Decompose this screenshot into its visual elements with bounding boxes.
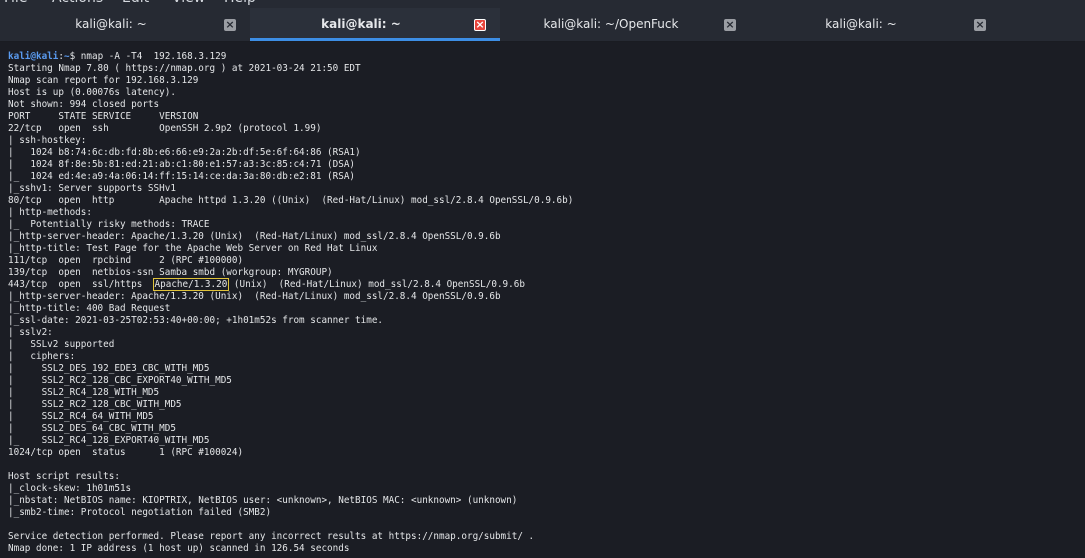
output-line: 443/tcp open ssl/https Apache/1.3.20 (Un… [8,278,525,291]
output-line: | SSL2_RC4_64_WITH_MD5 [8,411,154,422]
output-line: 1024/tcp open status 1 (RPC #100024) [8,447,244,458]
output-line: |_http-server-header: Apache/1.3.20 (Uni… [8,231,501,242]
highlighted-version: Apache/1.3.20 [152,278,230,291]
close-icon[interactable]: × [224,19,236,31]
close-icon[interactable]: × [474,19,486,31]
tab-label: kali@kali: ~ [321,17,401,31]
command-text: nmap -A -T4 192.168.3.129 [75,51,227,62]
menu-bar: File Actions Edit View Help [0,0,1085,8]
tab-label: kali@kali: ~/OpenFuck [543,17,679,31]
output-line: | SSL2_DES_192_EDE3_CBC_WITH_MD5 [8,363,210,374]
output-line: | SSL2_DES_64_CBC_WITH_MD5 [8,423,176,434]
menu-view[interactable]: View [172,0,205,6]
prompt-user: kali@kali [8,51,59,62]
menu-help[interactable]: Help [224,0,256,6]
output-line: |_ 1024 ed:4e:a9:4a:06:14:ff:15:14:ce:da… [8,171,356,182]
output-line: |_clock-skew: 1h01m51s [8,483,132,494]
output-line: 139/tcp open netbios-ssn Samba smbd (wor… [8,267,333,278]
output-line: | 1024 b8:74:6c:db:fd:8b:e6:66:e9:2a:2b:… [8,147,361,158]
terminal-tab-1[interactable]: kali@kali: ~ × [0,8,250,41]
menu-actions[interactable]: Actions [52,0,103,6]
output-line: 22/tcp open ssh OpenSSH 2.9p2 (protocol … [8,123,322,134]
terminal-output[interactable]: kali@kali:~$ nmap -A -T4 192.168.3.129 S… [8,51,1078,558]
output-line: | http-methods: [8,207,98,218]
output-line: |_ SSL2_RC4_128_EXPORT40_WITH_MD5 [8,435,210,446]
output-line: | SSLv2 supported [8,339,115,350]
output-line: | SSL2_RC2_128_CBC_WITH_MD5 [8,399,182,410]
close-icon[interactable]: × [974,19,986,31]
output-line: 111/tcp open rpcbind 2 (RPC #100000) [8,255,244,266]
output-line: PORT STATE SERVICE VERSION [8,111,199,122]
output-line: | SSL2_RC4_128_WITH_MD5 [8,387,160,398]
output-line: | ciphers: [8,351,81,362]
terminal-tab-2[interactable]: kali@kali: ~ × [250,8,500,41]
tab-bar: kali@kali: ~ × kali@kali: ~ × kali@kali: ~/O… [0,8,1085,42]
output-line: |_smb2-time: Protocol negotiation failed… [8,507,272,518]
output-line: Not shown: 994 closed ports [8,99,160,110]
output-line: | sslv2: [8,327,59,338]
menu-file[interactable]: File [4,0,27,6]
output-line: | SSL2_RC2_128_CBC_EXPORT40_WITH_MD5 [8,375,232,386]
output-line: | ssh-hostkey: [8,135,92,146]
tab-label: kali@kali: ~ [825,17,897,31]
output-line: Nmap scan report for 192.168.3.129 [8,75,199,86]
close-icon[interactable]: × [724,19,736,31]
output-line: |_sshv1: Server supports SSHv1 [8,183,176,194]
terminal-tab-4[interactable]: kali@kali: ~ × [750,8,1000,41]
output-line: |_ Potentially risky methods: TRACE [8,219,210,230]
output-line: Nmap done: 1 IP address (1 host up) scan… [8,543,350,554]
output-line: |_http-title: 400 Bad Request [8,303,171,314]
output-line: Starting Nmap 7.80 ( https://nmap.org ) … [8,63,361,74]
output-line: Host is up (0.00076s latency). [8,87,176,98]
output-line: |_ssl-date: 2021-03-25T02:53:40+00:00; +… [8,315,384,326]
terminal-tab-3[interactable]: kali@kali: ~/OpenFuck × [500,8,750,41]
output-line: | 1024 8f:8e:5b:81:ed:21:ab:c1:80:e1:57:… [8,159,356,170]
output-line: 80/tcp open http Apache httpd 1.3.20 ((U… [8,195,574,206]
output-line: Host script results: [8,471,120,482]
menu-edit[interactable]: Edit [122,0,149,6]
output-line: |_http-server-header: Apache/1.3.20 (Uni… [8,291,501,302]
tab-label: kali@kali: ~ [75,17,147,31]
output-line: |_http-title: Test Page for the Apache W… [8,243,378,254]
output-line: |_nbstat: NetBIOS name: KIOPTRIX, NetBIO… [8,495,518,506]
prompt-line: kali@kali:~$ nmap -A -T4 192.168.3.129 [8,51,226,63]
output-line: Service detection performed. Please repo… [8,531,535,542]
